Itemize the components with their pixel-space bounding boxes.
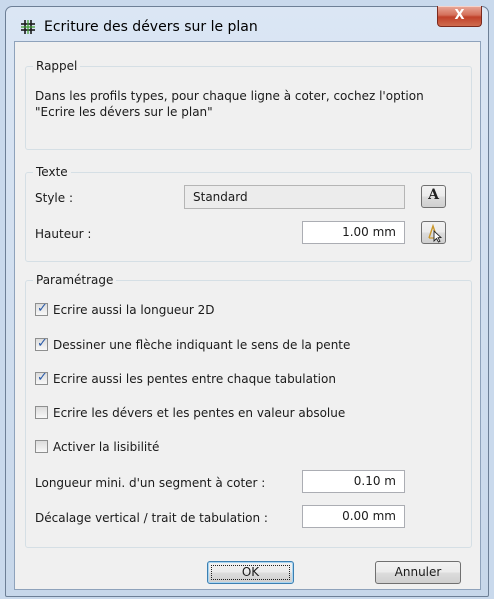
option-label: Ecrire aussi la longueur 2D [53,303,215,317]
longueur-input[interactable]: 0.10 m [302,470,405,493]
check-mark-icon: ✓ [37,336,48,351]
dialog-client: Rappel Dans les profils types, pour chaq… [14,41,481,590]
checkbox[interactable] [35,406,48,419]
rappel-group: Rappel Dans les profils types, pour chaq… [25,58,472,150]
dialog-window: Ecriture des dévers sur le plan X Rappel… [5,6,489,597]
check-mark-icon: ✓ [37,370,48,385]
longueur-label: Longueur mini. d'un segment à coter : [35,476,266,490]
pick-button[interactable] [421,221,446,244]
decalage-label: Décalage vertical / trait de tabulation … [35,511,268,525]
option-label: Ecrire les dévers et les pentes en valeu… [53,406,346,420]
window-title: Ecriture des dévers sur le plan [44,19,258,35]
rappel-group-title: Rappel [33,58,81,74]
rappel-text: Dans les profils types, pour chaque lign… [35,89,424,119]
focus-ring [211,565,290,580]
style-field[interactable]: Standard [184,185,405,209]
texte-group: Texte Style : Standard A Hauteur : 1.00 … [25,164,472,262]
close-button[interactable]: X [437,6,482,27]
cancel-button[interactable]: Annuler [375,561,461,584]
option-label: Ecrire aussi les pentes entre chaque tab… [53,372,336,386]
checkbox[interactable]: ✓ [35,336,48,351]
font-icon: A [428,187,439,203]
parametrage-group-title: Paramétrage [33,272,117,288]
checkbox[interactable]: ✓ [35,301,48,316]
parametrage-group: Paramétrage ✓ Ecrire aussi la longueur 2… [25,272,472,548]
texte-group-title: Texte [33,164,71,180]
decalage-input[interactable]: 0.00 mm [302,505,405,528]
check-mark-icon: ✓ [37,301,48,316]
cancel-label: Annuler [394,565,442,579]
hauteur-label: Hauteur : [35,227,92,241]
font-button[interactable]: A [421,185,446,208]
checkbox[interactable]: ✓ [35,370,48,385]
pick-cursor-icon [428,223,443,243]
style-label: Style : [35,191,73,205]
grid-icon [21,20,35,34]
ok-button[interactable]: OK [207,561,294,584]
title-bar[interactable]: Ecriture des dévers sur le plan X [6,6,488,43]
option-label: Activer la lisibilité [53,440,160,454]
close-icon: X [454,8,465,23]
checkbox[interactable] [35,440,48,453]
hauteur-input[interactable]: 1.00 mm [302,221,405,244]
option-label: Dessiner une flèche indiquant le sens de… [53,338,351,352]
